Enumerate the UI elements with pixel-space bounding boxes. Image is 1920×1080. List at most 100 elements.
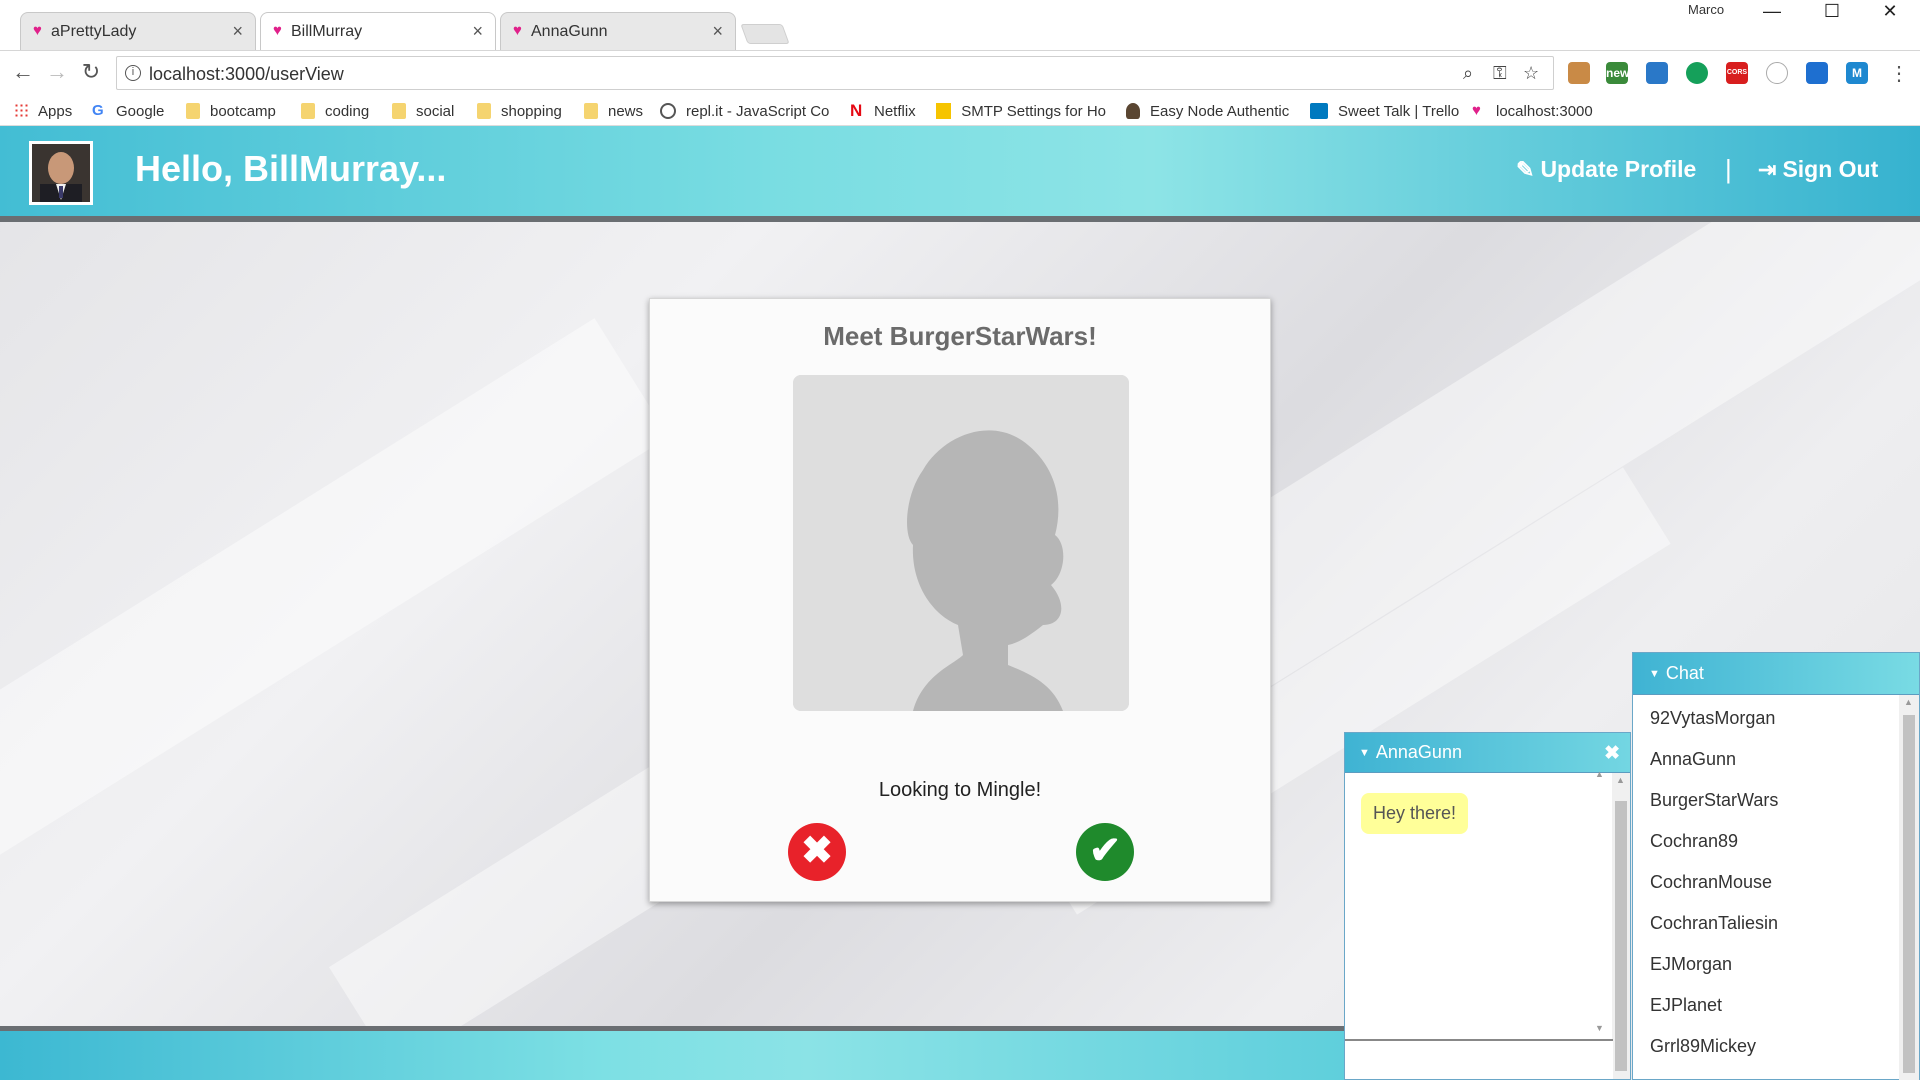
accept-button[interactable]: ✔ xyxy=(1076,823,1134,881)
bookmark-apps[interactable]: Apps xyxy=(14,100,72,122)
bookmark-google[interactable]: G Google xyxy=(92,100,164,122)
minimize-icon[interactable]: — xyxy=(1746,0,1798,24)
chat-header[interactable]: ▼ Chat xyxy=(1633,653,1919,695)
chat-user[interactable]: Grrl89Mickey xyxy=(1650,1036,1756,1057)
forward-icon[interactable]: → xyxy=(44,59,70,85)
chat-user-list: 92VytasMorgan AnnaGunn BurgerStarWars Co… xyxy=(1633,695,1899,1080)
arrows-icon[interactable] xyxy=(1646,62,1668,84)
bookmark-label: Sweet Talk | Trello xyxy=(1338,102,1460,120)
apps-icon xyxy=(14,103,28,119)
grammarly-icon[interactable] xyxy=(1686,62,1708,84)
ruler-icon[interactable] xyxy=(1568,62,1590,84)
close-icon[interactable]: × xyxy=(712,21,723,42)
bookmark-replit[interactable]: repl.it - JavaScript Co xyxy=(660,100,830,122)
bookmark-trello[interactable]: Sweet Talk | Trello xyxy=(1310,100,1459,122)
bookmark-social[interactable]: social xyxy=(392,100,454,122)
back-icon[interactable]: ← xyxy=(10,59,36,85)
m-icon[interactable]: M xyxy=(1846,62,1868,84)
heart-favicon-icon: ♥ xyxy=(273,22,282,39)
replit-icon xyxy=(660,103,676,119)
bookmark-news[interactable]: news xyxy=(584,100,643,122)
conversation-header[interactable]: ▼ AnnaGunn ✖ xyxy=(1345,733,1630,773)
bookmark-label: social xyxy=(416,102,455,120)
address-bar[interactable]: i ⌕ ⚿ ☆ xyxy=(116,56,1554,90)
chat-user[interactable]: Cochran89 xyxy=(1650,831,1738,852)
profile-name[interactable]: Marco xyxy=(1688,2,1724,17)
pencil-icon: ✎ xyxy=(1516,156,1535,182)
smtp-icon xyxy=(936,103,952,119)
app-footer xyxy=(0,1026,1345,1080)
maximize-icon[interactable]: ☐ xyxy=(1806,0,1858,24)
node-auth-icon xyxy=(1126,103,1140,119)
star-icon[interactable]: ☆ xyxy=(1523,63,1539,84)
close-icon[interactable]: × xyxy=(232,21,243,42)
bookmark-label: coding xyxy=(325,102,370,120)
chat-user[interactable]: 92VytasMorgan xyxy=(1650,708,1775,729)
bookmark-shopping[interactable]: shopping xyxy=(477,100,562,122)
tab-billmurray[interactable]: ♥ BillMurray × xyxy=(260,12,496,50)
chat-user[interactable]: CochranMouse xyxy=(1650,872,1772,893)
bookmark-coding[interactable]: coding xyxy=(301,100,369,122)
folder-icon xyxy=(186,103,200,119)
bookmark-smtp[interactable]: SMTP Settings for Ho xyxy=(936,100,1106,122)
reject-button[interactable]: ✖ xyxy=(788,823,846,881)
url-input[interactable] xyxy=(149,62,1449,86)
chat-scrollbar[interactable]: ▲ xyxy=(1899,695,1919,1080)
tab-aprettylady[interactable]: ♥ aPrettyLady × xyxy=(20,12,256,50)
info-icon[interactable]: i xyxy=(125,65,141,81)
sign-out-link[interactable]: ⇥ Sign Out xyxy=(1758,156,1878,183)
page-content: Hello, BillMurray... ✎ Update Profile | … xyxy=(0,126,1920,1080)
match-status: Looking to Mingle! xyxy=(878,779,1042,801)
bookmark-label: Netflix xyxy=(874,102,916,120)
conversation-name: AnnaGunn xyxy=(1375,742,1462,762)
scroll-down-icon[interactable]: ▼ xyxy=(1595,1023,1604,1033)
folder-icon xyxy=(584,103,598,119)
chat-user[interactable]: AnnaGunn xyxy=(1650,749,1736,770)
tab-annagunn[interactable]: ♥ AnnaGunn × xyxy=(500,12,736,50)
avatar[interactable] xyxy=(29,141,93,205)
scroll-up-icon[interactable]: ▲ xyxy=(1616,775,1625,785)
chat-user[interactable]: EJMorgan xyxy=(1650,954,1732,975)
message-input[interactable] xyxy=(1345,1039,1613,1079)
chat-user[interactable]: EJPlanet xyxy=(1650,995,1722,1016)
menu-icon[interactable]: ⋮ xyxy=(1886,61,1912,87)
browser-toolbar: ← → ↻ i ⌕ ⚿ ☆ new CORS M ⋮ xyxy=(0,50,1920,96)
chat-bubble: Hey there! xyxy=(1361,793,1469,834)
circle-ext-icon[interactable] xyxy=(1766,62,1788,84)
chat-panel: ▼ Chat 92VytasMorgan AnnaGunn BurgerStar… xyxy=(1632,652,1920,1080)
scroll-up-icon[interactable]: ▲ xyxy=(1595,769,1604,779)
scroll-up-icon[interactable]: ▲ xyxy=(1904,697,1913,707)
bookmark-bootcamp[interactable]: bootcamp xyxy=(186,100,276,122)
caret-down-icon[interactable]: ▼ xyxy=(1649,668,1660,680)
folder-icon xyxy=(392,103,406,119)
chat-user[interactable]: BurgerStarWars xyxy=(1650,790,1778,811)
close-window-icon[interactable]: ✕ xyxy=(1864,0,1916,24)
trello-icon xyxy=(1310,103,1328,119)
chat-user[interactable]: CochranTaliesin xyxy=(1650,913,1778,934)
update-profile-label: Update Profile xyxy=(1540,156,1697,182)
sign-out-label: Sign Out xyxy=(1782,156,1879,182)
close-icon[interactable]: × xyxy=(472,21,483,42)
key-icon[interactable]: ⚿ xyxy=(1493,63,1507,84)
new-tab-button[interactable] xyxy=(740,24,790,44)
bookmark-easy-node[interactable]: Easy Node Authentic xyxy=(1126,100,1294,122)
bookmark-label: news xyxy=(608,102,644,120)
scroll-thumb[interactable] xyxy=(1615,801,1627,1071)
zoom-icon[interactable]: ⌕ xyxy=(1463,63,1473,84)
calendar-new-icon[interactable]: new xyxy=(1606,62,1629,84)
bookmark-label: Google xyxy=(116,102,165,120)
match-title: Meet BurgerStarWars! xyxy=(823,321,1097,351)
bookmark-label: Easy Node Authentic xyxy=(1150,102,1290,120)
bookmark-localhost[interactable]: ♥ localhost:3000 xyxy=(1472,100,1593,122)
update-profile-link[interactable]: ✎ Update Profile xyxy=(1516,156,1696,183)
bookmark-netflix[interactable]: N Netflix xyxy=(850,100,916,122)
reload-icon[interactable]: ↻ xyxy=(78,59,104,85)
conversation-scrollbar[interactable]: ▲ xyxy=(1612,773,1630,1079)
video-icon[interactable] xyxy=(1806,62,1828,84)
close-icon[interactable]: ✖ xyxy=(1604,742,1620,765)
conversation-window: ▼ AnnaGunn ✖ Hey there! ▲ ▲ ▼ xyxy=(1344,732,1631,1080)
caret-down-icon[interactable]: ▼ xyxy=(1359,747,1370,759)
bookmark-label: bootcamp xyxy=(210,102,276,120)
scroll-thumb[interactable] xyxy=(1903,715,1915,1073)
cors-icon[interactable]: CORS xyxy=(1726,62,1748,84)
